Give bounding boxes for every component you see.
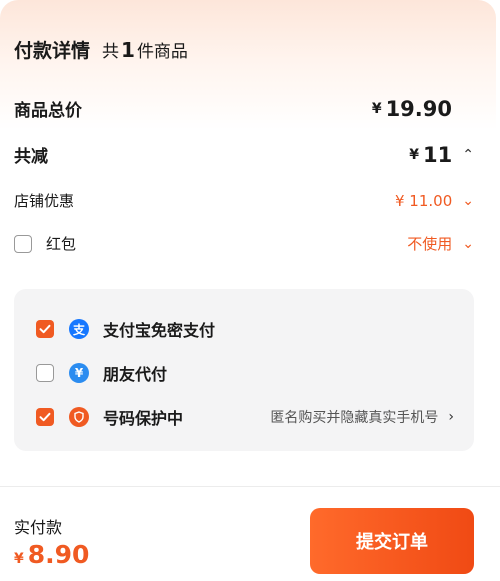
payment-option-number-protect[interactable]: 号码保护中 匿名购买并隐藏真实手机号 › xyxy=(36,405,454,429)
shop-discount-label: 店铺优惠 xyxy=(14,192,75,210)
shop-discount-row[interactable]: 店铺优惠 ¥ 11.00 ⌄ xyxy=(14,190,474,211)
checkmark-icon xyxy=(39,412,51,422)
chevron-right-icon: › xyxy=(448,409,454,425)
chevron-up-icon: ⌃ xyxy=(462,146,474,163)
payment-details-card: 付款详情 共 1 件商品 商品总价 ¥19.90 共减 ¥11 ⌃ 店铺优惠 ¥ 1… xyxy=(0,0,496,478)
number-protect-checkbox[interactable] xyxy=(36,408,54,426)
total-price-value: ¥19.90 xyxy=(371,96,452,121)
friend-pay-label: 朋友代付 xyxy=(103,365,168,384)
submit-order-button[interactable]: 提交订单 xyxy=(310,508,474,574)
chevron-down-icon: ⌄ xyxy=(462,235,474,252)
discount-total-value: ¥11 ⌃ xyxy=(409,142,474,167)
discount-total-label: 共减 xyxy=(14,147,48,167)
red-packet-row[interactable]: 红包 不使用 ⌄ xyxy=(14,233,474,254)
chevron-down-icon: ⌄ xyxy=(462,192,474,209)
alipay-icon: 支 xyxy=(69,319,89,339)
item-count: 共 1 件商品 xyxy=(102,38,188,62)
total-price-row: 商品总价 ¥19.90 xyxy=(14,96,452,122)
actual-payment-label: 实付款 xyxy=(14,518,63,537)
number-protect-detail[interactable]: 匿名购买并隐藏真实手机号 › xyxy=(270,407,454,427)
payment-option-friend-pay[interactable]: ¥ 朋友代付 xyxy=(36,361,454,385)
discount-total-row[interactable]: 共减 ¥11 ⌃ xyxy=(14,142,474,168)
payment-header: 付款详情 共 1 件商品 xyxy=(14,36,188,63)
total-price-label: 商品总价 xyxy=(14,101,82,121)
red-packet-checkbox[interactable] xyxy=(14,234,32,253)
number-protect-label: 号码保护中 xyxy=(103,409,184,428)
shield-icon xyxy=(69,407,89,427)
red-packet-label: 红包 xyxy=(46,235,77,253)
actual-payment-amount: ¥8.90 xyxy=(14,540,90,569)
alipay-checkbox[interactable] xyxy=(36,320,54,338)
page-title: 付款详情 xyxy=(14,40,91,62)
alipay-label: 支付宝免密支付 xyxy=(103,321,216,340)
checkmark-icon xyxy=(39,324,51,334)
friend-pay-checkbox[interactable] xyxy=(36,364,54,382)
payment-options-box: 支 支付宝免密支付 ¥ 朋友代付 号码保护中 匿名购买并隐藏真实手机号 › xyxy=(14,289,474,451)
shop-discount-value: ¥ 11.00 ⌄ xyxy=(395,191,474,210)
payment-option-alipay[interactable]: 支 支付宝免密支付 xyxy=(36,317,454,341)
footer-divider xyxy=(0,486,500,487)
friend-pay-icon: ¥ xyxy=(69,363,89,383)
red-packet-value: 不使用 ⌄ xyxy=(407,235,474,253)
